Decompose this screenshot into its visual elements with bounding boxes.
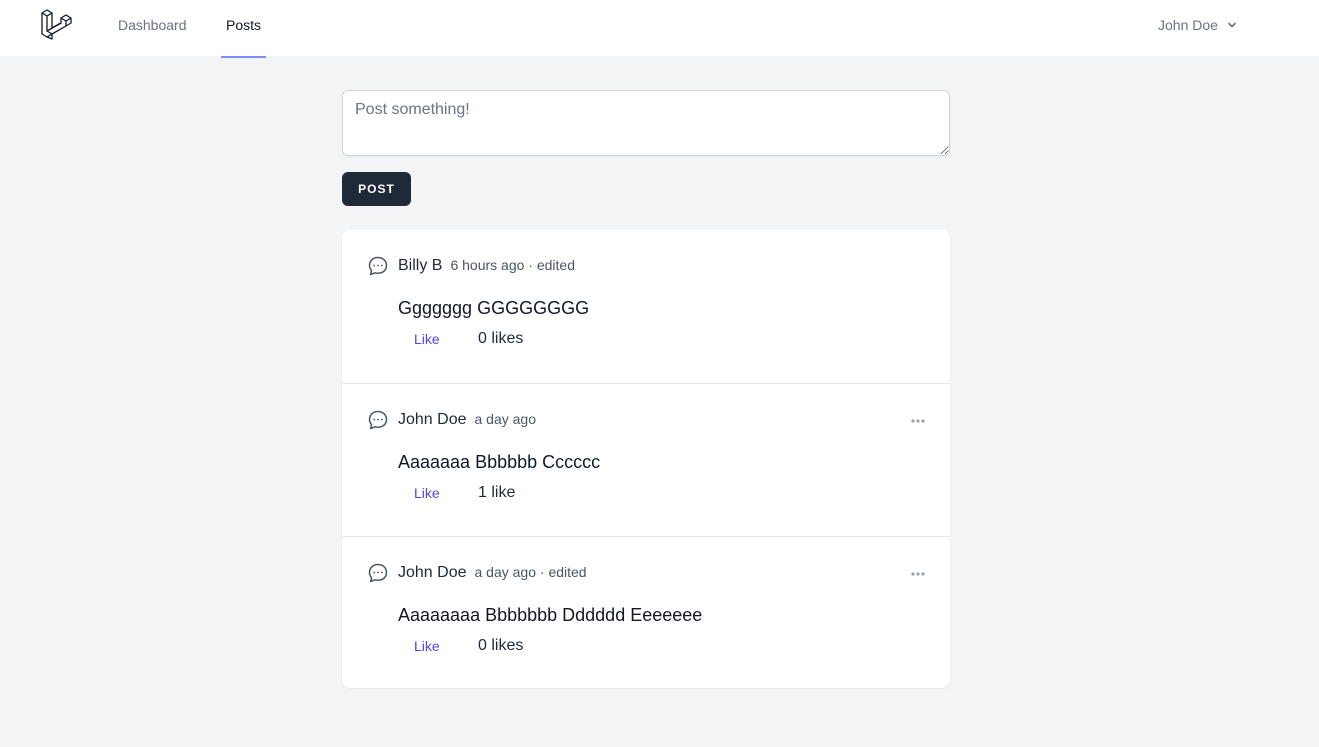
chat-bubble-icon <box>368 410 388 430</box>
post-submit-button[interactable]: POST <box>342 172 411 206</box>
post-header: John Doe a day ago · edited <box>398 564 587 582</box>
post-feed: Billy B 6 hours ago · edited Ggggggg GGG… <box>342 230 950 688</box>
post-timestamp: a day ago <box>474 411 537 427</box>
ellipsis-icon[interactable] <box>908 411 928 431</box>
like-count: 1 like <box>478 484 516 501</box>
post-item: Billy B 6 hours ago · edited Ggggggg GGG… <box>342 230 950 383</box>
chat-bubble-icon <box>368 256 388 276</box>
post-header: John Doe a day ago <box>398 411 536 429</box>
post-timestamp: 6 hours ago · edited <box>450 257 575 273</box>
compose-form: POST <box>342 90 950 206</box>
post-timestamp: a day ago · edited <box>474 564 587 580</box>
chevron-down-icon <box>1228 22 1236 28</box>
like-count: 0 likes <box>478 330 524 347</box>
laravel-logo-icon[interactable] <box>40 8 74 42</box>
nav-link-dashboard[interactable]: Dashboard <box>118 0 187 58</box>
like-button[interactable]: Like <box>414 638 440 654</box>
like-button[interactable]: Like <box>414 485 440 501</box>
post-item: John Doe a day ago · edited Aaaaaaaa Bbb… <box>342 536 950 689</box>
nav-link-posts[interactable]: Posts <box>221 0 267 58</box>
post-header: Billy B 6 hours ago · edited <box>398 257 575 275</box>
chat-bubble-icon <box>368 563 388 583</box>
user-menu-dropdown[interactable]: John Doe <box>1158 16 1238 34</box>
post-body: Ggggggg GGGGGGGG <box>398 298 590 318</box>
post-author: Billy B <box>398 257 443 274</box>
user-name: John Doe <box>1158 17 1218 33</box>
post-author: John Doe <box>398 411 467 428</box>
like-button[interactable]: Like <box>414 331 440 347</box>
post-body: Aaaaaaa Bbbbbb Cccccc <box>398 452 601 472</box>
post-author: John Doe <box>398 564 467 581</box>
ellipsis-icon[interactable] <box>908 564 928 584</box>
top-navigation: Dashboard Posts John Doe <box>0 0 1319 58</box>
post-item: John Doe a day ago Aaaaaaa Bbbbbb Cccccc… <box>342 383 950 536</box>
post-textarea[interactable] <box>342 90 950 156</box>
like-count: 0 likes <box>478 637 524 654</box>
post-body: Aaaaaaaa Bbbbbbb Dddddd Eeeeeee <box>398 605 703 625</box>
